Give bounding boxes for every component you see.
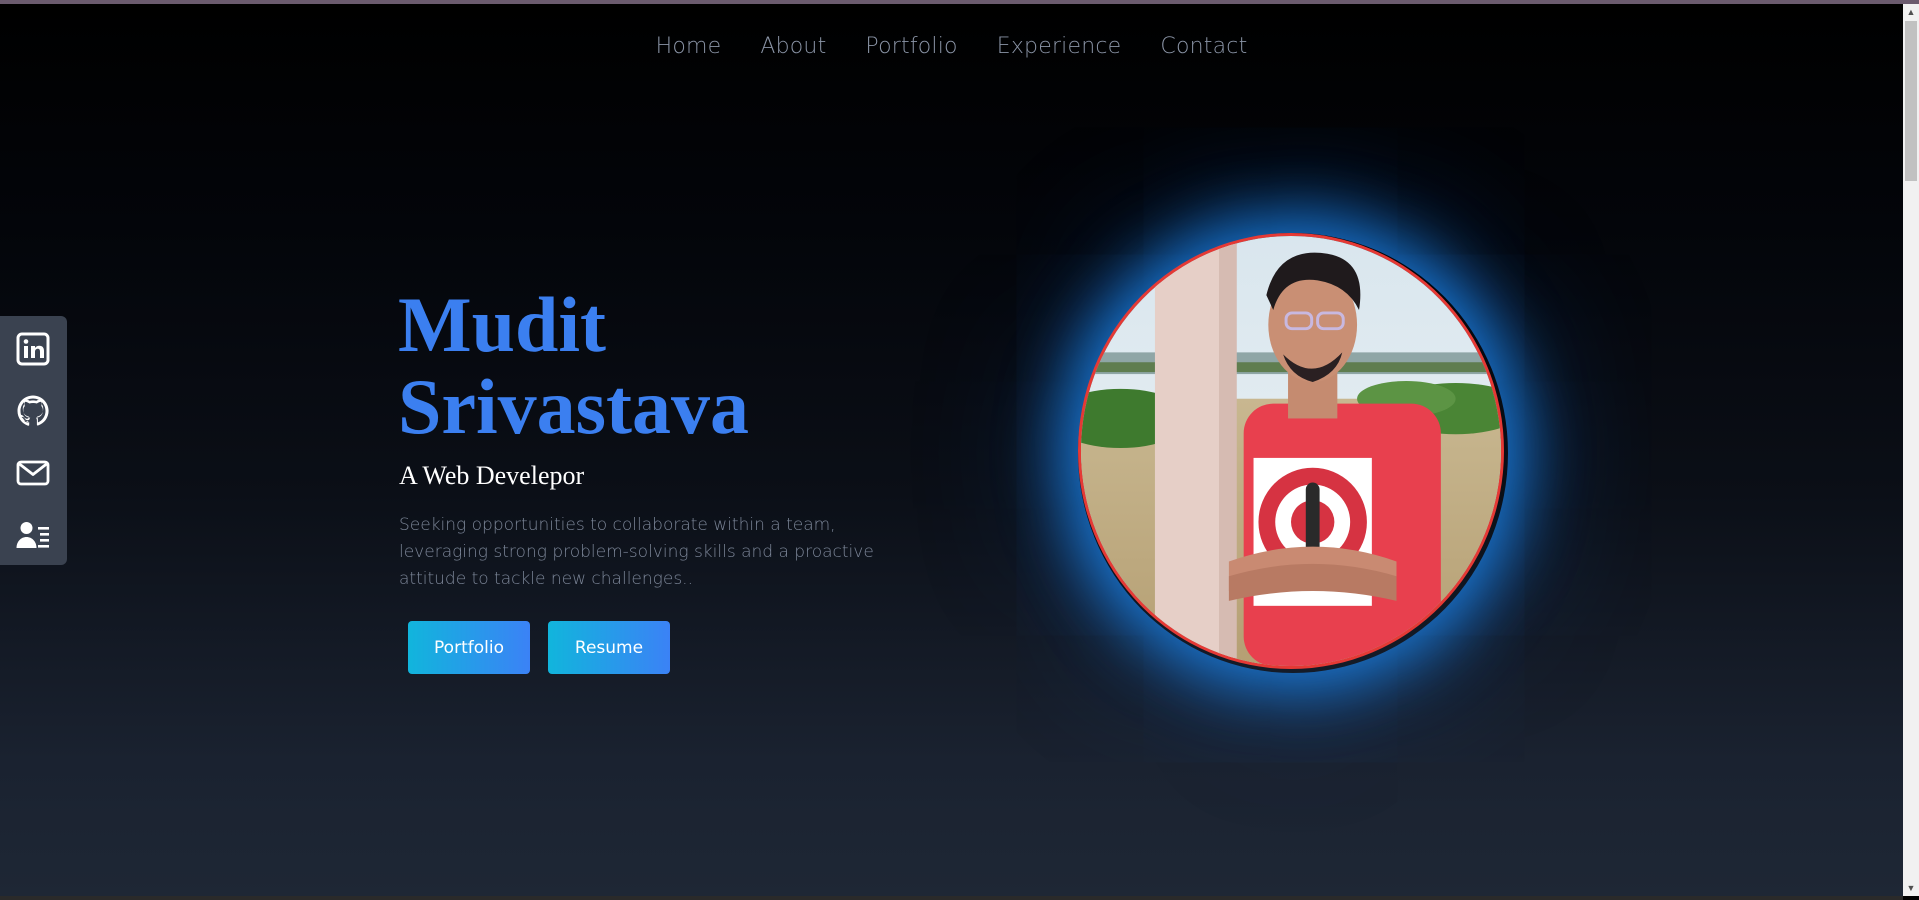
linkedin-link[interactable] — [15, 331, 51, 367]
github-icon — [17, 395, 49, 426]
nav-portfolio[interactable]: Portfolio — [865, 34, 957, 59]
nav-about[interactable]: About — [760, 34, 826, 59]
hero-role: A Web Develepor — [399, 461, 585, 490]
hero-name: Mudit Srivastava — [398, 284, 749, 448]
github-link[interactable] — [15, 393, 51, 429]
mail-icon — [16, 460, 50, 486]
email-link[interactable] — [15, 455, 51, 491]
nav-contact[interactable]: Contact — [1160, 34, 1247, 59]
social-sidebar — [0, 316, 67, 565]
resume-icon — [16, 522, 49, 548]
avatar-photo — [1081, 236, 1501, 666]
hero-description: Seeking opportunities to collaborate wit… — [399, 515, 874, 589]
resume-link[interactable] — [15, 517, 51, 553]
scroll-down-arrow-icon[interactable]: ▼ — [1903, 880, 1919, 896]
main-nav: Home About Portfolio Experience Contact — [0, 34, 1903, 59]
resume-button[interactable]: Resume — [548, 621, 670, 674]
hero-name-last: Srivastava — [398, 363, 749, 450]
nav-experience[interactable]: Experience — [997, 34, 1122, 59]
window-bottom-border — [0, 896, 1903, 900]
hero-name-first: Mudit — [398, 281, 607, 368]
linkedin-icon — [16, 332, 50, 366]
avatar — [1078, 233, 1504, 669]
portfolio-button[interactable]: Portfolio — [408, 621, 530, 674]
nav-home[interactable]: Home — [656, 34, 722, 59]
scrollbar-thumb[interactable] — [1905, 21, 1917, 181]
hero-page: Home About Portfolio Experience Contact — [0, 4, 1903, 896]
page-scrollbar[interactable]: ▲ ▼ — [1903, 4, 1919, 896]
scroll-up-arrow-icon[interactable]: ▲ — [1903, 4, 1919, 20]
